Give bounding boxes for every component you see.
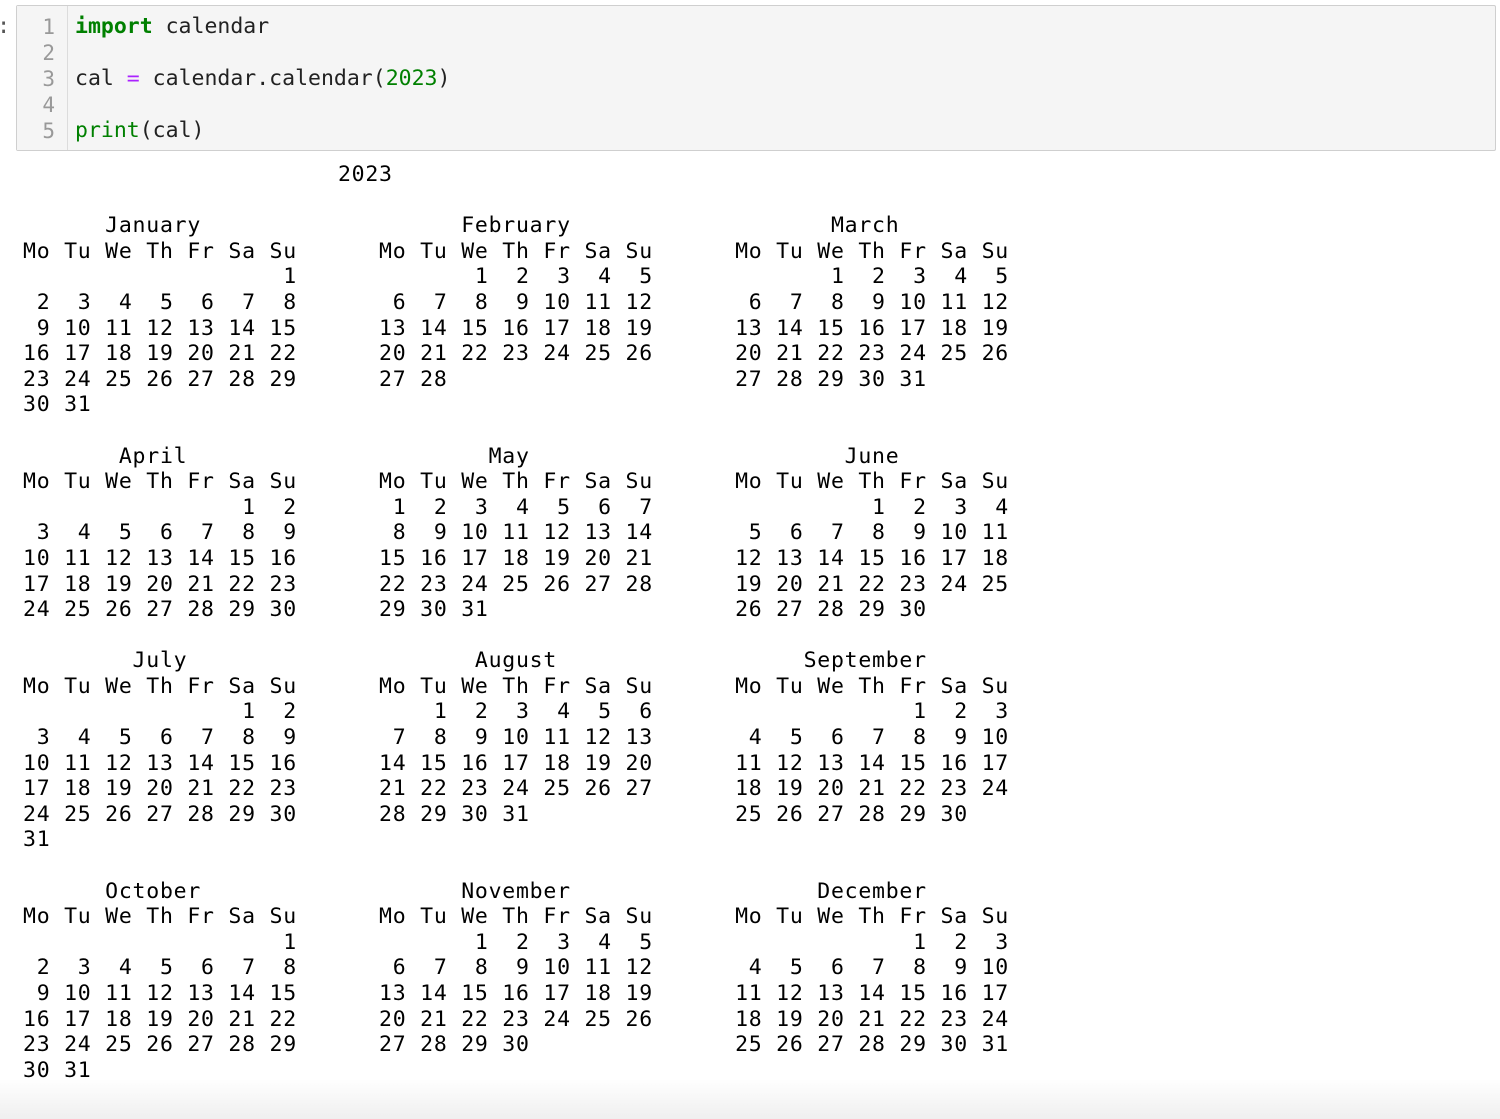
year-argument: 2023 [385,66,438,91]
notebook-page: : 1 2 3 4 5 import calendar cal = calend… [0,0,1500,1119]
bottom-fade [0,1079,1500,1119]
code-line-import[interactable]: import calendar [75,14,269,40]
code-cell[interactable]: 1 2 3 4 5 import calendar cal = calendar… [16,5,1496,151]
builtin-print: print [75,118,140,143]
keyword-import: import [75,14,153,39]
close-paren: ) [437,66,451,91]
line-number: 5 [42,119,55,143]
line-number: 2 [42,41,55,65]
print-args: (cal) [139,118,205,143]
module-name: calendar [152,14,270,39]
code-line-assign[interactable]: cal = calendar.calendar(2023) [75,66,450,92]
function-call: calendar.calendar( [139,66,386,91]
assign-operator: = [126,66,140,91]
line-number: 4 [42,93,55,117]
cell-prompt: : [0,14,10,39]
code-line-print[interactable]: print(cal) [75,118,204,144]
cell-output-calendar: 2023 January February March Mo Tu We Th … [23,162,1009,1083]
line-number-gutter: 1 2 3 4 5 [17,6,68,150]
variable-name: cal [75,66,127,91]
line-number: 3 [42,67,55,91]
line-number: 1 [42,15,55,39]
